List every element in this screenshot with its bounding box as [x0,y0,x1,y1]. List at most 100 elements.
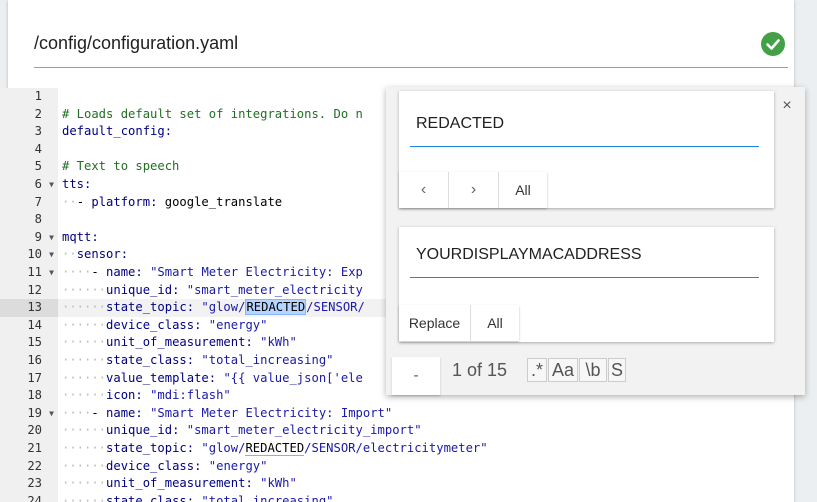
fold-arrow-icon[interactable]: ▼ [49,264,54,282]
line-number-cell: 11 ▼ [0,264,58,282]
code-token: state_topic: [106,441,202,455]
replace-button[interactable]: Replace [399,305,471,341]
line-number: 4 [34,141,42,156]
code-token: ······ [62,441,107,455]
code-line[interactable]: 22 ······device_class: "energy" [0,458,702,476]
fold-arrow-icon[interactable]: ▼ [49,405,54,423]
find-box: ‹ › All [399,91,774,208]
code-token: unit_of_measurement: [106,335,261,350]
check-circle-icon [761,32,785,56]
code-line[interactable]: 24 ······state_class: "total_increasing" [0,493,702,502]
fold-arrow-icon[interactable]: ▼ [49,176,54,194]
search-replace-panel: × ‹ › All Replace All - 1 of 15 .* Aa \b… [386,87,805,395]
code-token: "{{ value_json['ele [223,370,363,385]
code-token: ······ [62,300,107,315]
line-number-cell: 5 [0,158,58,176]
find-next-button[interactable]: › [449,172,499,208]
code-token: /SENSOR/ [306,300,365,315]
code-token: name: [106,265,151,279]
code-token: /SENSOR/electricitymeter" [304,441,488,455]
code-line[interactable]: 20 ······unique_id: "smart_meter_electric… [0,422,702,440]
code-token: tts: [62,177,92,191]
line-number: 12 [27,282,42,297]
code-text: ······state_class: "total_increasing" [58,493,702,502]
replace-all-button[interactable]: All [471,305,519,341]
code-token: ······ [62,388,107,403]
line-number: 15 [27,335,42,350]
line-number-cell: 20 [0,422,58,440]
code-token: ······ [62,317,107,332]
code-token: ·· [62,194,77,209]
code-token: ·· [62,247,77,262]
line-number-cell: 14 [0,317,58,335]
line-number: 17 [27,370,42,385]
code-token: device_class: [106,317,209,332]
fold-arrow-icon[interactable]: ▼ [49,229,54,247]
toggle-replace-button[interactable]: - [392,357,440,395]
code-token: name: [106,405,151,420]
line-number-cell: 22 [0,458,58,476]
line-number-cell: 7 [0,194,58,212]
line-number: 11 [27,265,42,279]
line-number: 2 [34,106,42,121]
code-token: ······ [62,370,107,385]
code-token: "kWh" [260,335,297,350]
line-number-cell: 19 ▼ [0,405,58,423]
file-path: /config/configuration.yaml [34,33,239,53]
line-number: 7 [34,194,42,209]
replace-input[interactable] [410,232,759,278]
fold-arrow-icon[interactable]: ▼ [49,246,54,264]
line-number-cell: 24 [0,493,58,502]
line-number-cell: 23 [0,475,58,493]
code-token: ···· [62,405,92,420]
whole-word-toggle[interactable]: \b [579,358,607,382]
find-all-button[interactable]: All [499,172,547,208]
code-text: ······device_class: "energy" [58,458,702,476]
in-selection-toggle[interactable]: S [608,358,626,382]
code-token: google_translate [164,194,283,209]
line-number: 13 [27,300,42,315]
find-input[interactable] [410,101,759,147]
line-number: 16 [27,353,42,367]
code-token: default_config: [62,124,173,139]
line-number: 9 [34,229,42,244]
code-token: ······ [62,458,107,473]
find-previous-button[interactable]: ‹ [399,172,449,208]
search-match-highlight: REDACTED [245,299,307,316]
regex-toggle[interactable]: .* [527,358,547,382]
code-token: REDACTED [245,441,305,456]
code-token: "smart_meter_electricity_import" [186,423,422,438]
code-token: "Smart Meter Electricity: Import" [150,405,393,420]
code-text: ······unit_of_measurement: "kWh" [58,475,702,493]
line-number: 22 [27,458,42,473]
line-number-cell: 21 [0,440,58,458]
code-token: unique_id: [106,423,187,438]
case-sensitive-toggle[interactable]: Aa [548,358,578,382]
close-icon[interactable]: × [779,97,795,115]
line-number: 21 [27,441,42,455]
line-number-cell: 6 ▼ [0,176,58,194]
code-token: "Smart Meter Electricity: Exp [150,265,363,279]
code-token: icon: [106,388,151,403]
code-text: ······unique_id: "smart_meter_electricit… [58,422,702,440]
file-header: /config/configuration.yaml [34,20,788,68]
line-number: 24 [27,493,42,502]
line-number-cell: 4 [0,141,58,159]
code-token: ······ [62,353,107,367]
line-number-cell: 3 [0,123,58,141]
line-number: 3 [34,124,42,139]
line-number-cell: 9 ▼ [0,229,58,247]
code-token: state_class: [106,493,202,502]
code-token: ······ [62,335,107,350]
code-line[interactable]: 19 ▼ ····- name: "Smart Meter Electricity:… [0,405,702,423]
code-token: "glow/ [201,441,246,455]
line-number: 8 [34,212,42,227]
code-token: "energy" [208,317,268,332]
code-token: "total_increasing" [201,353,334,367]
code-line[interactable]: 23 ······unit_of_measurement: "kWh" [0,475,702,493]
code-line[interactable]: 21 ······state_topic: "glow/REDACTED/SENS… [0,440,702,458]
code-text: ······state_topic: "glow/REDACTED/SENSOR… [58,440,702,458]
code-token: - [76,194,92,209]
code-token: "smart_meter_electricity [186,282,363,297]
code-token: state_topic: [106,300,202,315]
